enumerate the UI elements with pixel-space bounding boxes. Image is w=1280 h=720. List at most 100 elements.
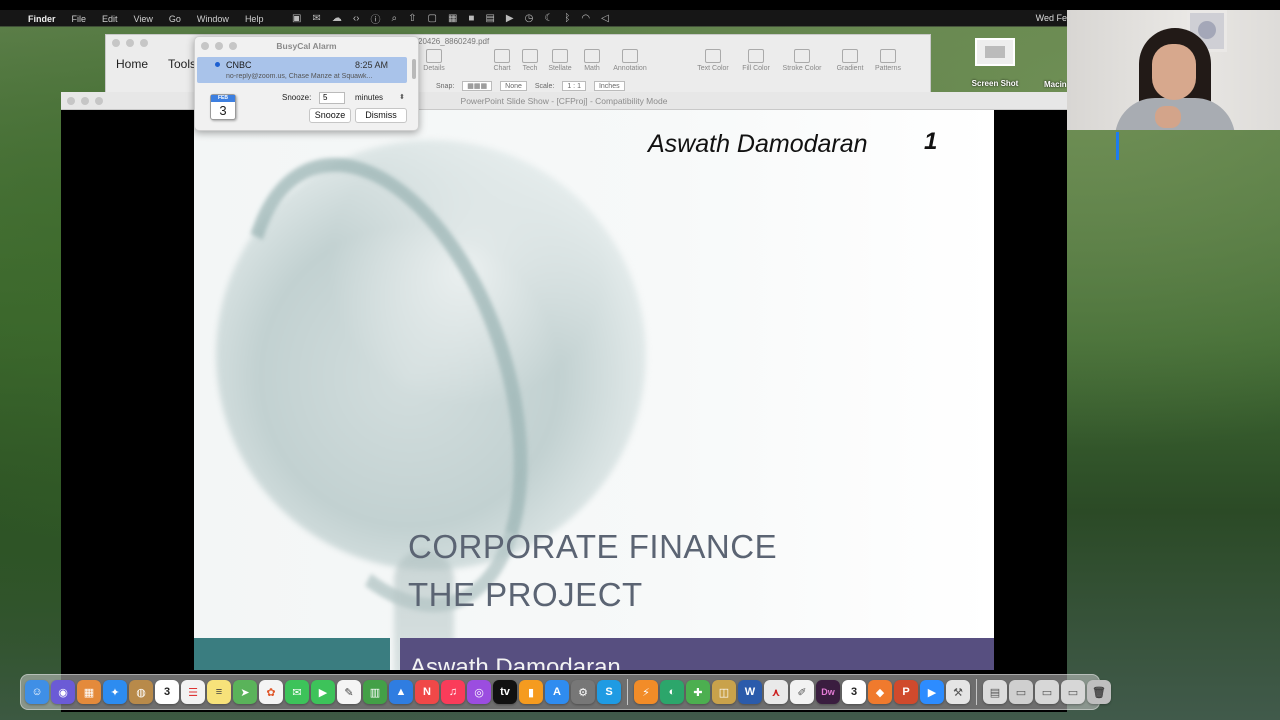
event-dot-icon (215, 62, 220, 67)
news-icon[interactable]: N (415, 680, 439, 704)
screenshot-file-label[interactable]: Screen Shot (958, 79, 1032, 88)
patterns-icon (880, 49, 896, 63)
downloads-stack-icon[interactable]: ▤ (983, 680, 1007, 704)
toolbar-label: Annotation (613, 65, 647, 72)
busycal-alarm-window[interactable]: BusyCal Alarm CNBC 8:25 AM no-reply@zoom… (194, 36, 419, 131)
status-grid-icon[interactable]: ▦ (448, 13, 457, 24)
close-dot-icon[interactable] (112, 39, 120, 47)
calendar-dock-icon[interactable]: 3 (155, 680, 179, 704)
snooze-input[interactable]: 5 (319, 92, 345, 104)
units-select[interactable]: Inches (593, 81, 625, 91)
dismiss-button[interactable]: Dismiss (355, 108, 407, 123)
keynote-icon[interactable]: ▲ (389, 680, 413, 704)
status-search-icon[interactable]: ⌕ (392, 13, 398, 24)
snooze-label: Snooze: (282, 93, 312, 102)
status-upload-icon[interactable]: ⇧ (408, 13, 416, 24)
activity-icon[interactable]: ⚡ (634, 680, 658, 704)
photos-icon[interactable]: ✿ (259, 680, 283, 704)
skype-icon[interactable]: S (597, 680, 621, 704)
menu-go[interactable]: Go (169, 14, 181, 24)
toolbar-patterns[interactable]: Patterns (866, 49, 910, 72)
podcasts-icon[interactable]: ◎ (467, 680, 491, 704)
status-bluetooth-icon[interactable]: ᛒ (564, 13, 570, 24)
snap-select[interactable]: None (500, 81, 527, 91)
trash-icon[interactable]: 🗑 (1087, 680, 1111, 704)
toolbar-stroke-color[interactable]: Stroke Color (780, 49, 824, 72)
snap-grid-buttons[interactable]: ▦▦▦ (462, 81, 493, 91)
maps-icon[interactable]: ➤ (233, 680, 257, 704)
status-chat-icon[interactable]: ▤ (485, 13, 494, 24)
toolbar-label: Stroke Color (782, 65, 822, 72)
utility-icon[interactable]: ⚒ (946, 680, 970, 704)
slide[interactable]: Aswath Damodaran 1 CORPORATE FINANCE THE… (194, 110, 994, 670)
status-wifi-icon[interactable]: ◠ (581, 13, 590, 24)
minimize-dot-icon[interactable] (126, 39, 134, 47)
sketch-icon[interactable]: ◆ (868, 680, 892, 704)
status-code-icon[interactable]: ‹› (353, 13, 360, 24)
zoom-dot-icon[interactable] (140, 39, 148, 47)
event-subtitle: no-reply@zoom.us, Chase Manze at Squawk.… (226, 73, 373, 80)
status-play-icon[interactable]: ▶ (506, 13, 514, 24)
system-preferences-icon[interactable]: ⚙ (571, 680, 595, 704)
top-black-band (0, 0, 1280, 10)
menu-app-name[interactable]: Finder (28, 14, 56, 24)
status-cloud-icon[interactable]: ☁ (332, 13, 342, 24)
window-thumb-1-icon[interactable]: ▭ (1009, 680, 1033, 704)
appstore-icon[interactable]: A (545, 680, 569, 704)
acrobat-icon[interactable]: ⋏ (764, 680, 788, 704)
siri-icon[interactable]: ◉ (51, 680, 75, 704)
reminders-icon[interactable]: ☰ (181, 680, 205, 704)
menu-view[interactable]: View (134, 14, 153, 24)
menu-help[interactable]: Help (245, 14, 264, 24)
textedit-icon[interactable]: ✐ (790, 680, 814, 704)
scale-select[interactable]: 1 : 1 (562, 81, 586, 91)
window-thumb-2-icon[interactable]: ▭ (1035, 680, 1059, 704)
contacts-icon[interactable]: ◍ (129, 680, 153, 704)
archive-icon[interactable]: ◫ (712, 680, 736, 704)
status-screen-icon[interactable]: ▢ (428, 13, 437, 24)
freeform-icon[interactable]: ✎ (337, 680, 361, 704)
network-icon[interactable]: ✚ (686, 680, 710, 704)
snooze-button[interactable]: Snooze (309, 108, 351, 123)
toolbar-label: Tech (522, 65, 538, 72)
status-volume-icon[interactable]: ◁ (601, 13, 609, 24)
menu-edit[interactable]: Edit (102, 14, 118, 24)
status-calendar-icon[interactable]: ▣ (292, 13, 301, 24)
status-stop-icon[interactable]: ■ (468, 13, 474, 24)
alarm-scrollbar[interactable] (412, 59, 416, 79)
toolbar-annotation[interactable]: Annotation (608, 49, 652, 72)
status-mail-icon[interactable]: ✉ (312, 13, 320, 24)
menu-window[interactable]: Window (197, 14, 229, 24)
appletv-icon[interactable]: tv (493, 680, 517, 704)
numbers-icon[interactable]: ▥ (363, 680, 387, 704)
chrome-icon[interactable]: ◐ (660, 680, 684, 704)
messages-icon[interactable]: ✉ (285, 680, 309, 704)
launchpad-icon[interactable]: ▦ (77, 680, 101, 704)
facetime-icon[interactable]: ▶ (311, 680, 335, 704)
toolbar-fill-color[interactable]: Fill Color (734, 49, 778, 72)
tab-tools[interactable]: Tools (168, 57, 196, 71)
books-icon[interactable]: ▮ (519, 680, 543, 704)
notes-icon[interactable]: ≡ (207, 680, 231, 704)
busycal-dock-icon[interactable]: 3 (842, 680, 866, 704)
zoom-icon[interactable]: ▶ (920, 680, 944, 704)
finder-icon[interactable]: ☺ (25, 680, 49, 704)
music-icon[interactable]: ♫ (441, 680, 465, 704)
snooze-unit-select[interactable]: minutes (352, 92, 407, 104)
macintosh-hd-label[interactable]: Macin (1044, 80, 1067, 89)
math-icon (584, 49, 600, 63)
tab-home[interactable]: Home (116, 57, 148, 71)
powerpoint-icon[interactable]: P (894, 680, 918, 704)
toolbar-text-color[interactable]: Text Color (691, 49, 735, 72)
menu-file[interactable]: File (72, 14, 87, 24)
status-info-icon[interactable]: ⓘ (371, 11, 381, 26)
screenshot-file-icon[interactable] (975, 38, 1015, 66)
dreamweaver-icon[interactable]: Dw (816, 680, 840, 704)
safari-icon[interactable]: ✦ (103, 680, 127, 704)
slide-bottom-author: Aswath Damodaran (410, 654, 621, 670)
status-clock-icon[interactable]: ◷ (525, 13, 534, 24)
word-icon[interactable]: W (738, 680, 762, 704)
window-thumb-3-icon[interactable]: ▭ (1061, 680, 1085, 704)
status-moon-icon[interactable]: ☾ (544, 13, 553, 24)
dock-separator (627, 679, 628, 705)
